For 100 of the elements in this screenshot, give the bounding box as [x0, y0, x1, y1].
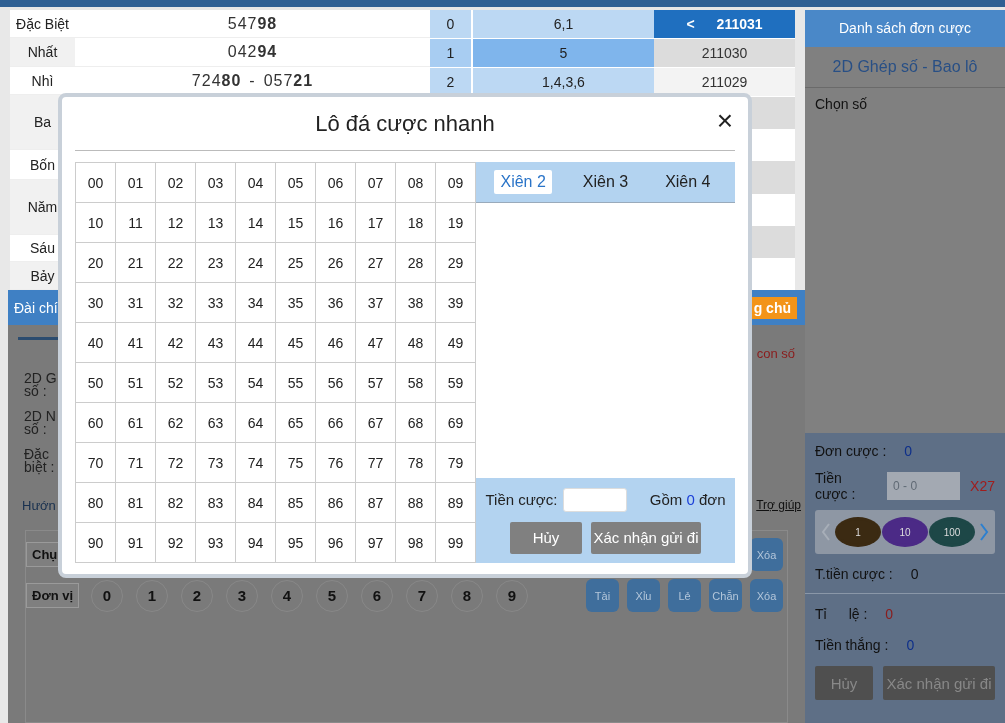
number-cell[interactable]: 73 — [196, 443, 236, 483]
digit-button[interactable]: 1 — [136, 579, 169, 612]
number-cell[interactable]: 00 — [76, 163, 116, 203]
number-cell[interactable]: 63 — [196, 403, 236, 443]
number-cell[interactable]: 20 — [76, 243, 116, 283]
number-cell[interactable]: 83 — [196, 483, 236, 523]
number-cell[interactable]: 91 — [116, 523, 156, 563]
number-cell[interactable]: 79 — [436, 443, 476, 483]
number-cell[interactable]: 90 — [76, 523, 116, 563]
number-cell[interactable]: 43 — [196, 323, 236, 363]
draw-id-cell[interactable]: 211030 — [654, 39, 795, 67]
amount-field[interactable] — [563, 487, 628, 512]
number-cell[interactable]: 23 — [196, 243, 236, 283]
number-cell[interactable]: 58 — [396, 363, 436, 403]
number-cell[interactable]: 70 — [76, 443, 116, 483]
number-cell[interactable]: 06 — [316, 163, 356, 203]
number-cell[interactable]: 54 — [236, 363, 276, 403]
number-cell[interactable]: 02 — [156, 163, 196, 203]
number-cell[interactable]: 36 — [316, 283, 356, 323]
number-cell[interactable]: 16 — [316, 203, 356, 243]
number-cell[interactable]: 75 — [276, 443, 316, 483]
chip-button[interactable]: 1 — [838, 520, 878, 544]
number-cell[interactable]: 62 — [156, 403, 196, 443]
number-cell[interactable]: 72 — [156, 443, 196, 483]
number-cell[interactable]: 38 — [396, 283, 436, 323]
number-cell[interactable]: 30 — [76, 283, 116, 323]
tab[interactable]: Xiên 4 — [659, 170, 717, 194]
number-cell[interactable]: 28 — [396, 243, 436, 283]
number-cell[interactable]: 40 — [76, 323, 116, 363]
number-cell[interactable]: 35 — [276, 283, 316, 323]
help-link[interactable]: Trợ giúp — [756, 498, 801, 512]
mode-button[interactable]: Đơn vị — [26, 583, 80, 608]
digit-button[interactable]: 8 — [451, 579, 484, 612]
number-cell[interactable]: 81 — [116, 483, 156, 523]
tab[interactable]: Xiên 3 — [576, 170, 635, 194]
digit-button[interactable]: 5 — [316, 579, 349, 612]
number-cell[interactable]: 78 — [396, 443, 436, 483]
number-cell[interactable]: 80 — [76, 483, 116, 523]
close-button[interactable]: × — [714, 107, 735, 135]
digit-button[interactable]: 4 — [271, 579, 304, 612]
number-cell[interactable]: 27 — [356, 243, 396, 283]
number-cell[interactable]: 65 — [276, 403, 316, 443]
number-cell[interactable]: 31 — [116, 283, 156, 323]
number-cell[interactable]: 82 — [156, 483, 196, 523]
number-cell[interactable]: 55 — [276, 363, 316, 403]
number-cell[interactable]: 17 — [356, 203, 396, 243]
number-cell[interactable]: 97 — [356, 523, 396, 563]
cancel-button[interactable]: Hủy — [510, 521, 582, 554]
number-cell[interactable]: 10 — [76, 203, 116, 243]
chevron-left-icon[interactable] — [821, 521, 831, 543]
number-cell[interactable]: 26 — [316, 243, 356, 283]
number-cell[interactable]: 51 — [116, 363, 156, 403]
number-cell[interactable]: 67 — [356, 403, 396, 443]
number-cell[interactable]: 48 — [396, 323, 436, 363]
number-cell[interactable]: 53 — [196, 363, 236, 403]
amount-field[interactable]: 0 - 0 — [887, 472, 961, 500]
number-cell[interactable]: 04 — [236, 163, 276, 203]
number-cell[interactable]: 74 — [236, 443, 276, 483]
number-cell[interactable]: 18 — [396, 203, 436, 243]
number-cell[interactable]: 42 — [156, 323, 196, 363]
number-cell[interactable]: 49 — [436, 323, 476, 363]
digit-button[interactable]: 9 — [496, 579, 529, 612]
digit-button[interactable]: 6 — [361, 579, 394, 612]
number-cell[interactable]: 84 — [236, 483, 276, 523]
number-cell[interactable]: 87 — [356, 483, 396, 523]
number-cell[interactable]: 57 — [356, 363, 396, 403]
number-cell[interactable]: 85 — [276, 483, 316, 523]
number-cell[interactable]: 93 — [196, 523, 236, 563]
number-cell[interactable]: 95 — [276, 523, 316, 563]
number-cell[interactable]: 50 — [76, 363, 116, 403]
number-cell[interactable]: 15 — [276, 203, 316, 243]
number-cell[interactable]: 21 — [116, 243, 156, 283]
number-cell[interactable]: 01 — [116, 163, 156, 203]
digit-button[interactable]: 2 — [181, 579, 214, 612]
number-cell[interactable]: 59 — [436, 363, 476, 403]
number-cell[interactable]: 92 — [156, 523, 196, 563]
number-cell[interactable]: 19 — [436, 203, 476, 243]
number-cell[interactable]: 12 — [156, 203, 196, 243]
digit-button[interactable]: 3 — [226, 579, 259, 612]
chevron-right-icon[interactable] — [979, 521, 989, 543]
number-cell[interactable]: 29 — [436, 243, 476, 283]
number-cell[interactable]: 22 — [156, 243, 196, 283]
draw-id-cell[interactable]: < 211031 — [654, 10, 795, 38]
number-cell[interactable]: 13 — [196, 203, 236, 243]
previous-button[interactable]: < — [686, 10, 695, 38]
number-cell[interactable]: 66 — [316, 403, 356, 443]
number-cell[interactable]: 68 — [396, 403, 436, 443]
digit-button[interactable]: 0 — [91, 579, 124, 612]
number-cell[interactable]: 33 — [196, 283, 236, 323]
number-cell[interactable]: 08 — [396, 163, 436, 203]
number-cell[interactable]: 88 — [396, 483, 436, 523]
digit-button[interactable]: 7 — [406, 579, 439, 612]
number-cell[interactable]: 47 — [356, 323, 396, 363]
number-cell[interactable]: 69 — [436, 403, 476, 443]
number-cell[interactable]: 03 — [196, 163, 236, 203]
number-cell[interactable]: 60 — [76, 403, 116, 443]
number-cell[interactable]: 07 — [356, 163, 396, 203]
number-cell[interactable]: 94 — [236, 523, 276, 563]
number-cell[interactable]: 24 — [236, 243, 276, 283]
chip-button[interactable]: 100 — [932, 520, 972, 544]
